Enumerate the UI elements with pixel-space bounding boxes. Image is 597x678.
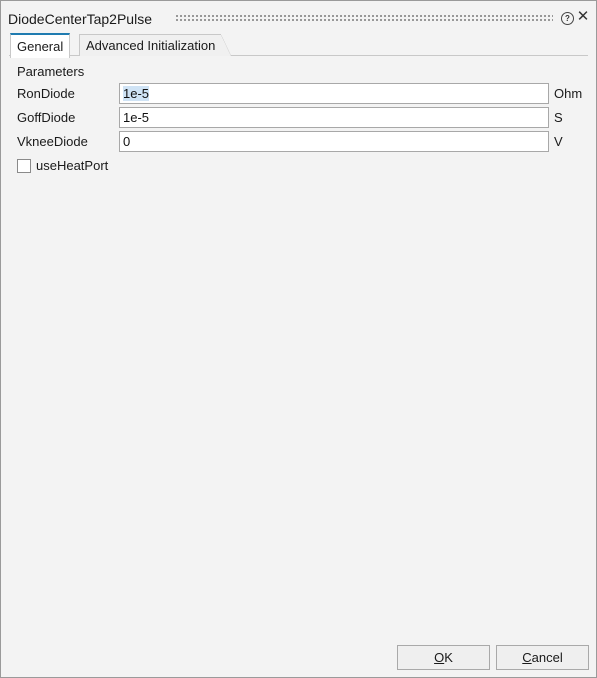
cancel-button[interactable]: Cancel xyxy=(496,645,589,670)
goff-diode-label: GoffDiode xyxy=(17,110,76,125)
vknee-diode-unit: V xyxy=(554,134,563,149)
vknee-diode-value: 0 xyxy=(123,134,131,149)
ron-diode-unit: Ohm xyxy=(554,86,583,101)
help-icon[interactable]: ? xyxy=(561,12,574,25)
close-icon[interactable]: ✕ xyxy=(576,9,590,25)
use-heat-port-checkbox[interactable] xyxy=(17,159,31,173)
ron-diode-label: RonDiode xyxy=(17,86,75,101)
ok-mnemonic: O xyxy=(434,650,445,665)
title-bar[interactable]: DiodeCenterTap2Pulse ? ✕ xyxy=(1,1,596,33)
cancel-label-rest: ancel xyxy=(531,650,563,665)
ok-label-rest: K xyxy=(444,650,453,665)
use-heat-port-label[interactable]: useHeatPort xyxy=(36,158,108,173)
tab-advanced-initialization[interactable]: Advanced Initialization xyxy=(79,34,232,56)
dialog-window: DiodeCenterTap2Pulse ? ✕ General Advance… xyxy=(0,0,597,678)
parameters-heading: Parameters xyxy=(17,64,85,79)
drag-grip[interactable] xyxy=(175,14,553,21)
vknee-diode-label: VkneeDiode xyxy=(17,134,88,149)
goff-diode-input[interactable]: 1e-5 xyxy=(119,107,549,128)
goff-diode-unit: S xyxy=(554,110,563,125)
cancel-mnemonic: C xyxy=(522,650,532,665)
ron-diode-input[interactable]: 1e-5 xyxy=(119,83,549,104)
vknee-diode-input[interactable]: 0 xyxy=(119,131,549,152)
ok-button[interactable]: OK xyxy=(397,645,490,670)
tab-general[interactable]: General xyxy=(10,33,71,58)
window-title: DiodeCenterTap2Pulse xyxy=(8,11,152,27)
goff-diode-value: 1e-5 xyxy=(123,110,150,125)
ron-diode-value: 1e-5 xyxy=(123,86,150,101)
